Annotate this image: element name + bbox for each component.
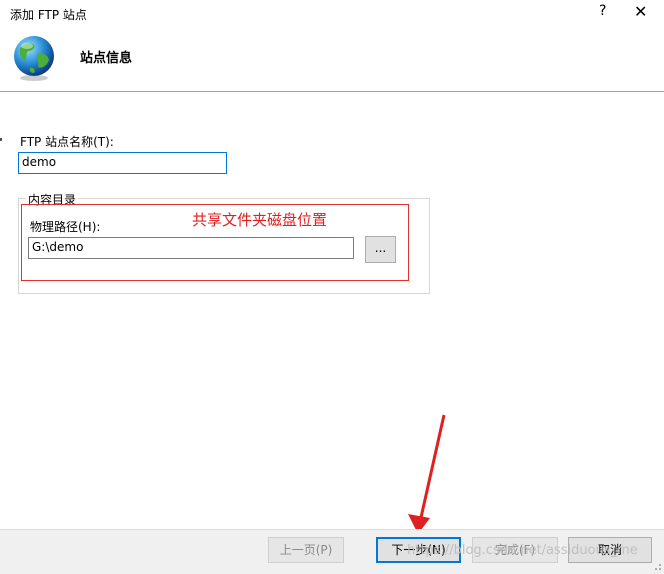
globe-icon (14, 36, 54, 81)
annotation-text: 共享文件夹磁盘位置 (192, 211, 328, 229)
site-name-label: FTP 站点名称(T): (20, 135, 114, 149)
title-bar: 添加 FTP 站点 ? ✕ (0, 0, 664, 28)
previous-button[interactable]: 上一页(P) (268, 537, 344, 563)
browse-button[interactable]: ... (365, 236, 396, 263)
edge-marker (0, 138, 2, 141)
watermark: https://blog.csdn.net/assiduous_me (407, 543, 638, 558)
page-title: 站点信息 (80, 51, 133, 66)
physical-path-input[interactable]: G:\demo (28, 237, 354, 259)
header-divider (0, 91, 664, 92)
annotation-arrow-icon (408, 414, 446, 534)
close-button[interactable]: ✕ (634, 2, 647, 21)
site-name-input[interactable]: demo (18, 152, 227, 174)
window-title: 添加 FTP 站点 (10, 8, 87, 22)
help-button[interactable]: ? (599, 3, 606, 19)
resize-grip-icon[interactable] (652, 561, 662, 571)
physical-path-label: 物理路径(H): (30, 220, 101, 234)
